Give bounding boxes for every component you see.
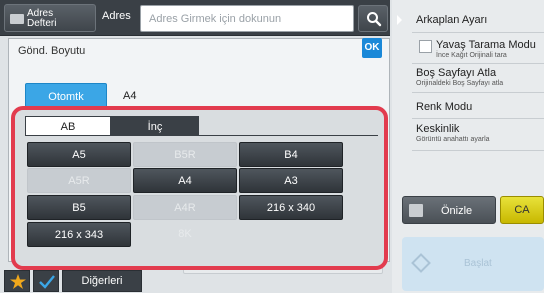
size-a3-button[interactable]: A3 xyxy=(239,168,343,193)
slow-scan-subtitle: İnce Kağıt Orijinali tara xyxy=(436,52,507,59)
size-b5-button[interactable]: B5 xyxy=(27,195,131,220)
divider xyxy=(412,118,544,119)
size-b5r-button: B5R xyxy=(133,142,237,167)
preview-button[interactable]: Önizle xyxy=(402,196,496,224)
preview-icon xyxy=(409,204,423,217)
background-setting[interactable]: Arkaplan Ayarı xyxy=(416,14,542,26)
search-icon xyxy=(367,12,382,27)
slow-scan-title: Yavaş Tarama Modu xyxy=(436,39,536,51)
start-label: Başlat xyxy=(464,258,492,269)
address-input[interactable]: Adres Girmek için dokunun xyxy=(140,5,354,32)
preview-label: Önizle xyxy=(441,205,473,217)
address-label: Adres xyxy=(102,10,131,22)
color-mode-title: Renk Modu xyxy=(416,101,473,113)
size-a4-button[interactable]: A4 xyxy=(133,168,237,193)
confirm-button[interactable] xyxy=(33,270,59,292)
divider xyxy=(412,150,544,151)
top-bar: Adres Defteri Adres Adres Girmek için do… xyxy=(0,0,390,36)
start-icon xyxy=(411,253,431,273)
sharpness-title: Keskinlik xyxy=(416,123,460,135)
star-icon xyxy=(10,274,26,289)
size-a5-button[interactable]: A5 xyxy=(27,142,131,167)
sharpness-subtitle: Görüntü anahattı ayarla xyxy=(416,136,490,143)
current-size-label: A4 xyxy=(123,90,137,102)
address-book-button[interactable]: Adres Defteri xyxy=(4,4,96,32)
ok-button[interactable]: OK xyxy=(362,38,382,58)
size-216x340-button[interactable]: 216 x 340 xyxy=(239,195,343,220)
skip-blank-subtitle: Orijinaldeki Boş Sayfayı atla xyxy=(416,80,504,87)
address-book-label-2: Defteri xyxy=(27,18,57,29)
address-book-icon xyxy=(10,14,24,24)
divider xyxy=(412,32,544,33)
favorite-button[interactable] xyxy=(4,270,30,292)
divider xyxy=(412,92,544,93)
collapse-panel-icon[interactable] xyxy=(397,15,402,25)
search-button[interactable] xyxy=(358,5,388,32)
slow-scan-checkbox[interactable] xyxy=(419,40,432,53)
clear-all-button[interactable]: CA xyxy=(500,196,544,224)
dialog-title: Gönd. Boyutu xyxy=(18,45,86,57)
color-mode-option[interactable]: Renk Modu xyxy=(416,101,542,113)
size-a4r-button: A4R xyxy=(133,195,237,220)
size-a5r-button: A5R xyxy=(27,168,131,193)
background-setting-label: Arkaplan Ayarı xyxy=(416,14,488,26)
start-button[interactable]: Başlat xyxy=(402,237,544,291)
divider xyxy=(412,63,544,64)
tab-strip xyxy=(199,116,378,136)
tab-inch[interactable]: İnç xyxy=(111,116,199,136)
skip-blank-page-option[interactable]: Boş Sayfayı Atla Orijinaldeki Boş Sayfay… xyxy=(416,67,542,87)
sharpness-option[interactable]: Keskinlik Görüntü anahattı ayarla xyxy=(416,123,542,143)
checkmark-icon xyxy=(39,275,55,289)
size-8k-button: 8K xyxy=(178,228,192,240)
slow-scan-option[interactable]: Yavaş Tarama Modu İnce Kağıt Orijinali t… xyxy=(436,39,542,59)
skip-blank-title: Boş Sayfayı Atla xyxy=(416,67,497,79)
size-216x343-button[interactable]: 216 x 343 xyxy=(27,222,131,247)
size-b4-button[interactable]: B4 xyxy=(239,142,343,167)
others-button[interactable]: Diğerleri xyxy=(62,270,142,292)
tab-ab[interactable]: AB xyxy=(25,116,111,136)
